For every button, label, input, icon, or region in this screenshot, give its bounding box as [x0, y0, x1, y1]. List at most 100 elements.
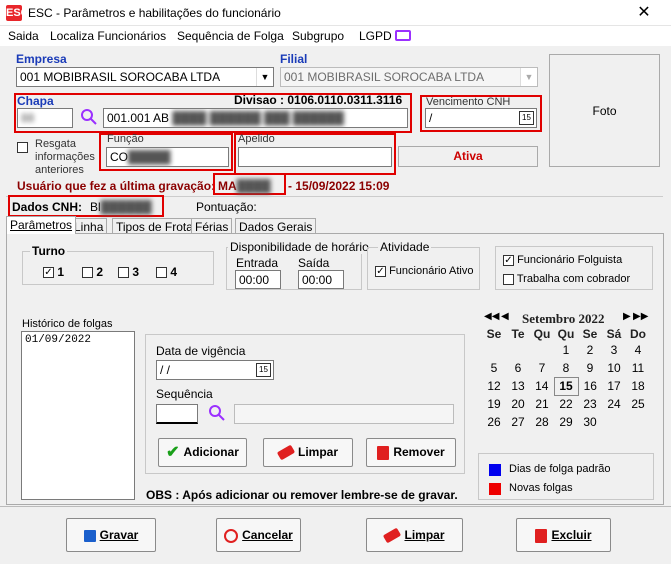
turno-2-checkbox[interactable]: 2: [82, 265, 103, 279]
tab-ferias[interactable]: Férias: [191, 218, 233, 234]
status-badge: Ativa: [398, 146, 538, 167]
calendar-day[interactable]: 29: [554, 413, 578, 431]
turno-3-checkbox[interactable]: 3: [118, 265, 139, 279]
apelido-input[interactable]: [238, 147, 392, 167]
menu-localiza[interactable]: Localiza Funcionários: [50, 29, 166, 43]
calendar-day-today[interactable]: 15: [553, 376, 579, 396]
menu-lgpd[interactable]: LGPD: [359, 29, 392, 43]
calendar-day[interactable]: [482, 341, 506, 359]
calendar-day[interactable]: 30: [578, 413, 602, 431]
calendar-day[interactable]: 18: [626, 377, 650, 395]
calendar-day[interactable]: 20: [506, 395, 530, 413]
calendar-day[interactable]: 21: [530, 395, 554, 413]
turno-4-checkbox[interactable]: 4: [156, 265, 177, 279]
calendar[interactable]: ◀◀ ◀ Setembro 2022 ▶ ▶▶ Se Te Qu Qu Se S…: [482, 308, 653, 432]
turno-3-label: 3: [132, 265, 140, 279]
prev-month-icon[interactable]: ◀: [501, 311, 509, 322]
excluir-button[interactable]: Excluir: [516, 518, 611, 552]
calendar-day[interactable]: 2: [578, 341, 602, 359]
calendar-day[interactable]: 25: [626, 395, 650, 413]
search-icon[interactable]: [208, 404, 226, 422]
calendar-day[interactable]: 24: [602, 395, 626, 413]
disponibilidade-label: Disponibilidade de horário: [228, 240, 371, 254]
resgata-line3: anteriores: [35, 164, 84, 176]
calendar-day[interactable]: 16: [578, 377, 602, 395]
photo-box[interactable]: Foto: [549, 54, 660, 167]
calendar-icon[interactable]: 15: [519, 111, 534, 125]
next-year-icon[interactable]: ▶▶: [633, 311, 648, 322]
calendar-day[interactable]: 23: [578, 395, 602, 413]
chapa-name-input[interactable]: 001.001 AB ████ ██████ ███ ██████: [103, 108, 408, 128]
cobrador-checkbox[interactable]: Trabalha com cobrador: [503, 273, 630, 285]
sequencia-input[interactable]: [156, 404, 198, 424]
ativo-checkbox[interactable]: ✓ Funcionário Ativo: [375, 265, 473, 277]
cancelar-button[interactable]: Cancelar: [216, 518, 301, 552]
saida-label: Saída: [298, 256, 330, 270]
screen-icon[interactable]: [395, 30, 411, 41]
calendar-day[interactable]: 17: [602, 377, 626, 395]
calendar-day[interactable]: 19: [482, 395, 506, 413]
menu-sequencia[interactable]: Sequência de Folga: [177, 29, 284, 43]
calendar-day[interactable]: [506, 341, 530, 359]
calendar-day[interactable]: 8: [554, 359, 578, 377]
remover-button[interactable]: Remover: [366, 438, 456, 467]
chapa-code-input[interactable]: 88: [17, 108, 73, 128]
calendar-day[interactable]: 14: [530, 377, 554, 395]
sequencia-desc-input[interactable]: [234, 404, 454, 424]
historico-list[interactable]: 01/09/2022: [21, 331, 135, 500]
menu-saida[interactable]: Saida: [8, 29, 39, 43]
calendar-day[interactable]: 10: [602, 359, 626, 377]
calendar-day[interactable]: 26: [482, 413, 506, 431]
vencimento-value: /: [429, 111, 433, 125]
saida-input[interactable]: 00:00: [298, 270, 344, 289]
funcao-input[interactable]: CO█████: [106, 147, 229, 167]
calendar-day[interactable]: [602, 413, 626, 431]
search-icon[interactable]: [80, 108, 98, 126]
empresa-select[interactable]: 001 MOBIBRASIL SOROCABA LTDA ▼: [16, 67, 274, 87]
next-month-icon[interactable]: ▶: [623, 311, 631, 322]
calendar-day[interactable]: 4: [626, 341, 650, 359]
gravar-button[interactable]: Gravar: [66, 518, 156, 552]
chevron-down-icon[interactable]: ▼: [520, 68, 537, 86]
calendar-day[interactable]: 22: [554, 395, 578, 413]
calendar-day[interactable]: 3: [602, 341, 626, 359]
calendar-day[interactable]: 7: [530, 359, 554, 377]
limpar-button[interactable]: Limpar: [263, 438, 353, 467]
resgata-checkbox[interactable]: [17, 140, 28, 154]
filial-select[interactable]: 001 MOBIBRASIL SOROCABA LTDA ▼: [280, 67, 538, 87]
calendar-day[interactable]: 5: [482, 359, 506, 377]
historico-label: Histórico de folgas: [22, 318, 113, 330]
close-icon[interactable]: ✕: [627, 4, 661, 22]
calendar-day[interactable]: [626, 413, 650, 431]
day-header: Qu: [533, 327, 551, 341]
calendar-icon[interactable]: 15: [256, 363, 271, 377]
folguista-checkbox[interactable]: ✓ Funcionário Folguista: [503, 254, 622, 266]
calendar-day[interactable]: 13: [506, 377, 530, 395]
calendar-day[interactable]: 1: [554, 341, 578, 359]
day-header: Do: [630, 327, 646, 341]
calendar-day[interactable]: 6: [506, 359, 530, 377]
calendar-day[interactable]: 27: [506, 413, 530, 431]
list-item[interactable]: 01/09/2022: [25, 334, 131, 346]
footer-limpar-button[interactable]: Limpar: [366, 518, 463, 552]
prev-year-icon[interactable]: ◀◀: [484, 311, 499, 322]
menu-subgrupo[interactable]: Subgrupo: [292, 29, 344, 43]
tab-dados-gerais[interactable]: Dados Gerais: [235, 218, 317, 234]
vencimento-input[interactable]: / 15: [425, 108, 537, 128]
tab-tipos-frota[interactable]: Tipos de Frota: [112, 218, 197, 234]
chevron-down-icon[interactable]: ▼: [256, 68, 273, 86]
entrada-input[interactable]: 00:00: [235, 270, 281, 289]
adicionar-button[interactable]: ✔ Adicionar: [158, 438, 247, 467]
turno-1-checkbox[interactable]: ✓ 1: [43, 265, 64, 279]
calendar-day[interactable]: 28: [530, 413, 554, 431]
calendar-day[interactable]: 11: [626, 359, 650, 377]
vigencia-input[interactable]: / / 15: [156, 360, 274, 380]
calendar-day[interactable]: [530, 341, 554, 359]
obs-text: OBS : Após adicionar ou remover lembre-s…: [146, 488, 458, 502]
adicionar-label: Adicionar: [183, 445, 239, 459]
calendar-day[interactable]: 9: [578, 359, 602, 377]
calendar-day[interactable]: 12: [482, 377, 506, 395]
day-header: Qu: [557, 327, 575, 341]
tab-parametros[interactable]: Parâmetros: [6, 216, 77, 234]
turno-1-label: 1: [57, 265, 65, 279]
